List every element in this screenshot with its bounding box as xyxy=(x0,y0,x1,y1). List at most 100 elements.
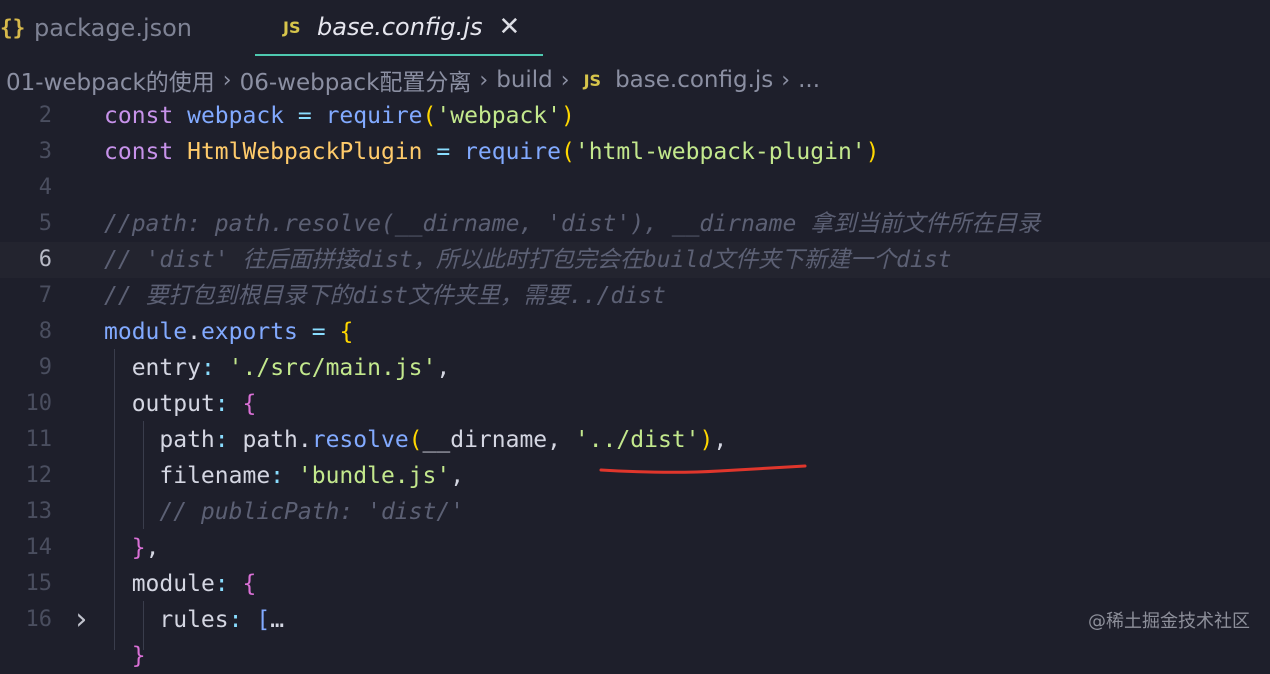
code-token: { xyxy=(339,319,354,345)
code-token: , xyxy=(450,463,465,489)
fold-chevron-icon[interactable]: › xyxy=(72,602,90,638)
code-text: //path: path.resolve(__dirname, 'dist'),… xyxy=(104,206,1040,242)
code-token: 'bundle.js' xyxy=(297,463,451,489)
breadcrumb-file[interactable]: base.config.js xyxy=(615,67,773,93)
code-line[interactable]: 16 › rules: [… xyxy=(0,602,1270,638)
code-line[interactable]: 4 xyxy=(0,170,1270,206)
line-number: 2 xyxy=(38,103,52,128)
code-token: ( xyxy=(422,103,437,129)
line-number: 14 xyxy=(25,535,53,560)
js-file-icon: JS xyxy=(283,17,301,37)
code-text: rules: [… xyxy=(104,602,284,638)
code-token: ( xyxy=(408,427,423,453)
code-token: const xyxy=(104,103,188,129)
code-token: path xyxy=(159,427,215,453)
code-editor[interactable]: 2 const webpack = require('webpack') 3 cons… xyxy=(0,97,1270,669)
code-token: … xyxy=(270,607,285,633)
code-token: : xyxy=(270,463,298,489)
code-text: // 要打包到根目录下的dist文件夹里，需要../dist xyxy=(104,278,666,314)
code-token: = xyxy=(284,103,326,129)
code-token: : xyxy=(200,355,229,381)
code-text: output: { xyxy=(104,386,257,422)
code-text: module: { xyxy=(104,566,257,602)
code-token: // publicPath: 'dist/' xyxy=(159,499,465,525)
code-token: = xyxy=(422,139,465,165)
tab-package-json[interactable]: {} package.json xyxy=(0,0,250,56)
code-token: ) xyxy=(561,103,575,129)
line-number: 15 xyxy=(25,571,53,596)
code-text: } xyxy=(104,638,146,674)
code-token: 'webpack' xyxy=(436,103,561,129)
breadcrumb-item[interactable]: build xyxy=(496,67,553,93)
code-token: 'html-webpack-plugin' xyxy=(574,139,866,165)
code-token: ) xyxy=(699,427,714,453)
code-line[interactable]: 13 // publicPath: 'dist/' xyxy=(0,494,1270,530)
code-line[interactable]: 6 // 'dist' 往后面拼接dist，所以此时打包完会在build文件夹下新… xyxy=(0,242,1270,278)
code-token: ) xyxy=(865,139,880,165)
code-line[interactable]: 15 module: { xyxy=(0,566,1270,602)
breadcrumb-more[interactable]: ... xyxy=(798,67,820,93)
code-line[interactable]: 3 const HtmlWebpackPlugin = require('html… xyxy=(0,134,1270,170)
code-token: , xyxy=(145,535,160,561)
code-text: filename: 'bundle.js', xyxy=(104,458,464,494)
line-number: 10 xyxy=(25,391,53,416)
code-line[interactable]: } xyxy=(0,638,1270,674)
code-line[interactable]: 14 }, xyxy=(0,530,1270,566)
code-text: // 'dist' 往后面拼接dist，所以此时打包完会在build文件夹下新建… xyxy=(104,242,952,278)
code-token: output xyxy=(131,391,215,417)
code-line[interactable]: 8 module.exports = { xyxy=(0,314,1270,350)
code-token: entry xyxy=(131,355,201,381)
line-number: 5 xyxy=(38,211,52,236)
breadcrumb: 01-webpack的使用 › 06-webpack配置分离 › build ›… xyxy=(6,63,820,97)
chevron-right-icon: › xyxy=(479,67,489,93)
code-token: require xyxy=(464,139,561,165)
chevron-right-icon: › xyxy=(222,67,232,93)
code-text: const webpack = require('webpack') xyxy=(104,98,575,134)
code-token: path. xyxy=(242,427,312,453)
code-line[interactable]: 7 // 要打包到根目录下的dist文件夹里，需要../dist xyxy=(0,278,1270,314)
code-token: = xyxy=(297,319,340,345)
line-number: 16 xyxy=(25,607,53,632)
line-number: 12 xyxy=(25,463,53,488)
code-line[interactable]: 2 const webpack = require('webpack') xyxy=(0,98,1270,134)
line-number: 6 xyxy=(38,247,52,272)
breadcrumb-item[interactable]: 06-webpack配置分离 xyxy=(240,63,472,97)
code-token: , xyxy=(713,427,728,453)
json-file-icon: {} xyxy=(0,16,26,40)
code-token: { xyxy=(242,391,257,417)
tab-base-config-js[interactable]: JS base.config.js ✕ xyxy=(255,0,543,56)
code-line[interactable]: 5 //path: path.resolve(__dirname, 'dist')… xyxy=(0,206,1270,242)
tab-label: package.json xyxy=(34,14,193,42)
code-token: [ xyxy=(256,607,271,633)
close-icon[interactable]: ✕ xyxy=(498,14,520,40)
chevron-right-icon: › xyxy=(781,67,791,93)
red-underline-annotation xyxy=(599,464,807,474)
line-number: 7 xyxy=(38,283,52,308)
code-token: : xyxy=(214,571,243,597)
line-number: 11 xyxy=(25,427,53,452)
code-line[interactable]: 9 entry: './src/main.js', xyxy=(0,350,1270,386)
code-token: : xyxy=(214,427,243,453)
chevron-right-icon: › xyxy=(560,67,570,93)
code-token: filename xyxy=(159,463,271,489)
breadcrumb-item[interactable]: 01-webpack的使用 xyxy=(6,63,215,97)
code-token: module xyxy=(131,571,215,597)
code-line[interactable]: 11 path: path.resolve(__dirname, '../dis… xyxy=(0,422,1270,458)
code-line[interactable]: 10 output: { xyxy=(0,386,1270,422)
code-token: , xyxy=(436,355,451,381)
line-number: 4 xyxy=(38,175,52,200)
code-text: module.exports = { xyxy=(104,314,353,350)
code-token: } xyxy=(131,643,146,669)
code-text: const HtmlWebpackPlugin = require('html-… xyxy=(104,134,880,170)
code-token: // 要打包到根目录下的dist文件夹里，需要../dist xyxy=(104,283,666,309)
code-token: ( xyxy=(560,139,575,165)
code-token: __dirname, xyxy=(422,427,575,453)
code-token: //path: path.resolve(__dirname, 'dist'),… xyxy=(104,211,1041,237)
